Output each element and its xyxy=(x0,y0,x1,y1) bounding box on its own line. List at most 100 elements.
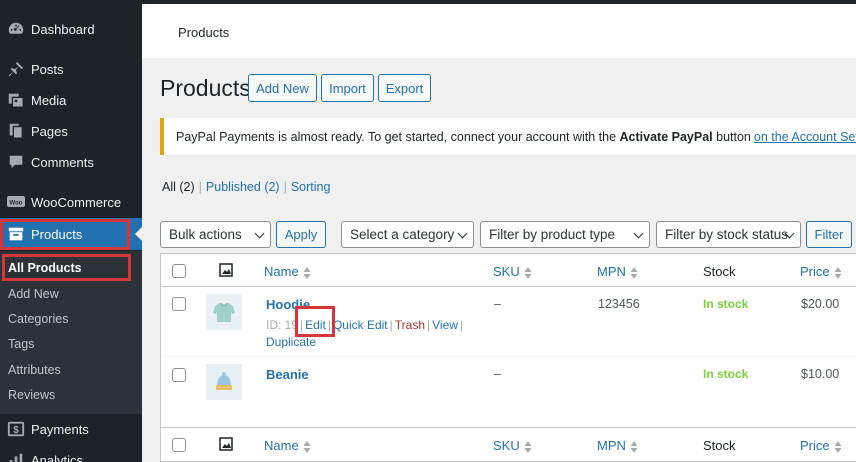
add-new-button[interactable]: Add New xyxy=(248,74,317,102)
select-all-checkbox-footer[interactable] xyxy=(172,438,186,452)
sidebar-item-media[interactable]: Media xyxy=(0,84,142,116)
view-published-count: (2) xyxy=(264,180,280,194)
breadcrumb: Products xyxy=(178,25,230,40)
trash-link[interactable]: Trash xyxy=(395,318,425,332)
sidebar-item-analytics[interactable]: Analytics xyxy=(0,444,142,462)
view-link[interactable]: View xyxy=(432,318,458,332)
footer-divider xyxy=(161,427,856,428)
stock-status: In stock xyxy=(703,297,749,311)
sidebar-item-label: Dashboard xyxy=(31,21,95,37)
account-setup-link[interactable]: on the Account Setup page xyxy=(754,130,856,144)
submenu-tags[interactable]: Tags xyxy=(8,337,34,351)
product-type-select[interactable]: Filter by product type xyxy=(480,221,650,248)
products-submenu: All Products Add New Categories Tags Att… xyxy=(0,251,142,414)
view-sorting[interactable]: Sorting xyxy=(291,180,331,194)
sort-icon xyxy=(630,266,638,279)
pages-icon xyxy=(6,121,26,141)
column-price-footer[interactable]: Price xyxy=(800,438,842,454)
sort-icon xyxy=(303,440,311,453)
sort-icon xyxy=(834,266,842,279)
sidebar-item-label: Posts xyxy=(31,61,64,77)
hoodie-image xyxy=(213,302,235,322)
submenu-add-new[interactable]: Add New xyxy=(8,287,59,301)
column-name[interactable]: Name xyxy=(264,264,311,280)
view-published[interactable]: Published (2) xyxy=(206,180,280,194)
column-sku[interactable]: SKU xyxy=(493,264,532,280)
sort-icon xyxy=(524,266,532,279)
chevron-down-icon xyxy=(254,228,265,239)
sidebar-item-label: Products xyxy=(31,226,83,242)
filter-button[interactable]: Filter xyxy=(806,221,852,248)
submenu-categories[interactable]: Categories xyxy=(8,312,68,326)
sku-value: – xyxy=(494,297,501,311)
column-price[interactable]: Price xyxy=(800,264,842,280)
chart-icon xyxy=(6,450,26,462)
header-divider xyxy=(161,286,856,287)
row-divider xyxy=(161,356,856,357)
woo-icon: Woo xyxy=(6,192,26,212)
category-select[interactable]: Select a category xyxy=(341,221,474,248)
column-stock-footer: Stock xyxy=(703,438,736,453)
sidebar-item-label: Analytics xyxy=(31,452,84,462)
select-all-checkbox[interactable] xyxy=(172,264,186,278)
sidebar-item-label: Pages xyxy=(31,123,68,139)
sidebar-item-posts[interactable]: Posts xyxy=(0,53,142,85)
sidebar-item-pages[interactable]: Pages xyxy=(0,115,142,147)
sidebar-item-label: Media xyxy=(31,92,67,108)
beanie-image xyxy=(216,372,232,390)
sidebar-item-payments[interactable]: $ Payments xyxy=(0,413,142,445)
product-name-link[interactable]: Beanie xyxy=(266,367,309,382)
product-thumbnail[interactable] xyxy=(206,364,242,400)
sort-icon xyxy=(834,440,842,453)
svg-text:$: $ xyxy=(13,425,19,436)
column-mpn-footer[interactable]: MPN xyxy=(597,438,638,454)
column-name-footer[interactable]: Name xyxy=(264,438,311,454)
sku-value: – xyxy=(494,367,501,381)
dashboard-icon xyxy=(6,19,26,39)
duplicate-link[interactable]: Duplicate xyxy=(266,335,316,349)
edit-link[interactable]: Edit xyxy=(305,318,326,332)
column-mpn-label: MPN xyxy=(597,438,626,453)
notice-text-mid: button xyxy=(716,129,751,144)
sidebar-item-products[interactable]: Products xyxy=(0,218,142,250)
quick-edit-link[interactable]: Quick Edit xyxy=(333,318,388,332)
notice-bold: Activate PayPal xyxy=(619,129,713,144)
column-mpn[interactable]: MPN xyxy=(597,264,638,280)
column-price-label: Price xyxy=(800,264,830,279)
sidebar-item-comments[interactable]: Comments xyxy=(0,146,142,178)
sort-icon xyxy=(630,440,638,453)
export-button[interactable]: Export xyxy=(378,74,431,102)
column-sku-label: SKU xyxy=(493,438,520,453)
column-sku-footer[interactable]: SKU xyxy=(493,438,532,454)
import-button[interactable]: Import xyxy=(321,74,374,102)
category-value: Select a category xyxy=(350,227,455,242)
submenu-attributes[interactable]: Attributes xyxy=(8,363,61,377)
price-value: $10.00 xyxy=(801,367,840,381)
sidebar-item-dashboard[interactable]: Dashboard xyxy=(0,13,142,45)
view-published-label: Published xyxy=(205,180,261,194)
page-title: Products xyxy=(160,75,251,101)
submenu-all-products[interactable]: All Products xyxy=(8,261,82,275)
stock-status: In stock xyxy=(703,367,749,381)
submenu-reviews[interactable]: Reviews xyxy=(8,388,55,402)
column-sku-label: SKU xyxy=(493,264,520,279)
bulk-actions-value: Bulk actions xyxy=(169,227,242,242)
sidebar-item-woocommerce[interactable]: Woo WooCommerce xyxy=(0,186,142,218)
image-column-icon xyxy=(219,263,233,280)
pin-icon xyxy=(6,59,26,79)
product-thumbnail[interactable] xyxy=(206,294,242,330)
stock-status-select[interactable]: Filter by stock status xyxy=(656,221,801,248)
product-name-link[interactable]: Hoodie xyxy=(266,297,310,312)
column-mpn-label: MPN xyxy=(597,264,626,279)
page-header-bar: Products xyxy=(142,0,856,58)
row-checkbox[interactable] xyxy=(172,368,186,382)
sort-icon xyxy=(303,266,311,279)
view-all[interactable]: All (2) xyxy=(162,180,195,194)
apply-button[interactable]: Apply xyxy=(276,221,326,248)
row-checkbox[interactable] xyxy=(172,297,186,311)
sidebar-item-label: Payments xyxy=(31,421,89,437)
row-actions: ID: 19 | Edit | Quick Edit | Trash | View | xyxy=(266,318,464,332)
bulk-actions-select[interactable]: Bulk actions xyxy=(160,221,271,248)
status-views: All (2) | Published (2) | Sorting xyxy=(162,180,331,194)
admin-sidebar: Dashboard Posts Media Pages Comments Woo… xyxy=(0,0,142,462)
